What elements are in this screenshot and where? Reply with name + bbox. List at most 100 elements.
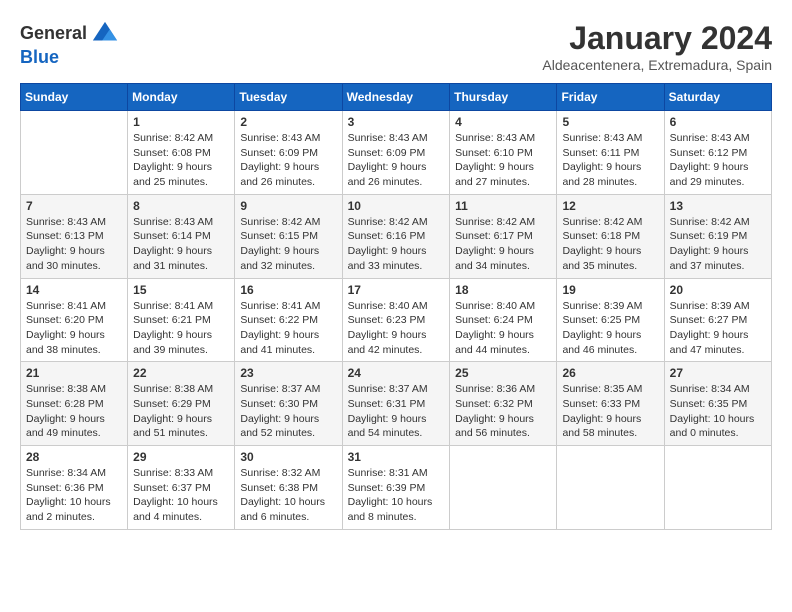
day-info: Sunrise: 8:32 AM Sunset: 6:38 PM Dayligh… [240, 466, 336, 525]
header-monday: Monday [128, 84, 235, 111]
day-number: 15 [133, 283, 229, 297]
day-number: 26 [562, 366, 658, 380]
day-number: 29 [133, 450, 229, 464]
day-info: Sunrise: 8:40 AM Sunset: 6:23 PM Dayligh… [348, 299, 445, 358]
logo-icon [91, 20, 119, 48]
day-info: Sunrise: 8:42 AM Sunset: 6:18 PM Dayligh… [562, 215, 658, 274]
day-number: 24 [348, 366, 445, 380]
header-tuesday: Tuesday [235, 84, 342, 111]
day-info: Sunrise: 8:43 AM Sunset: 6:09 PM Dayligh… [240, 131, 336, 190]
day-info: Sunrise: 8:39 AM Sunset: 6:25 PM Dayligh… [562, 299, 658, 358]
day-info: Sunrise: 8:42 AM Sunset: 6:17 PM Dayligh… [455, 215, 551, 274]
day-number: 13 [670, 199, 766, 213]
day-cell: 18 Sunrise: 8:40 AM Sunset: 6:24 PM Dayli… [450, 278, 557, 362]
day-cell: 25 Sunrise: 8:36 AM Sunset: 6:32 PM Dayli… [450, 362, 557, 446]
day-cell: 12 Sunrise: 8:42 AM Sunset: 6:18 PM Dayli… [557, 194, 664, 278]
day-cell: 28Sunrise: 8:34 AM Sunset: 6:36 PM Dayli… [21, 446, 128, 530]
day-info: Sunrise: 8:41 AM Sunset: 6:20 PM Dayligh… [26, 299, 122, 358]
day-number: 27 [670, 366, 766, 380]
day-cell [557, 446, 664, 530]
day-info: Sunrise: 8:43 AM Sunset: 6:12 PM Dayligh… [670, 131, 766, 190]
day-cell: 27 Sunrise: 8:34 AM Sunset: 6:35 PM Dayli… [664, 362, 771, 446]
day-cell: 2 Sunrise: 8:43 AM Sunset: 6:09 PM Daylig… [235, 111, 342, 195]
day-cell: 16 Sunrise: 8:41 AM Sunset: 6:22 PM Dayli… [235, 278, 342, 362]
day-cell: 14 Sunrise: 8:41 AM Sunset: 6:20 PM Dayli… [21, 278, 128, 362]
day-cell: 10Sunrise: 8:42 AM Sunset: 6:16 PM Dayli… [342, 194, 450, 278]
day-number: 5 [562, 115, 658, 129]
week-row-2: 14 Sunrise: 8:41 AM Sunset: 6:20 PM Dayli… [21, 278, 772, 362]
day-cell: 11Sunrise: 8:42 AM Sunset: 6:17 PM Dayli… [450, 194, 557, 278]
header-sunday: Sunday [21, 84, 128, 111]
week-row-4: 28Sunrise: 8:34 AM Sunset: 6:36 PM Dayli… [21, 446, 772, 530]
day-number: 19 [562, 283, 658, 297]
day-number: 23 [240, 366, 336, 380]
day-info: Sunrise: 8:38 AM Sunset: 6:29 PM Dayligh… [133, 382, 229, 441]
day-cell: 30 Sunrise: 8:32 AM Sunset: 6:38 PM Dayli… [235, 446, 342, 530]
day-cell [664, 446, 771, 530]
day-number: 8 [133, 199, 229, 213]
day-cell: 15 Sunrise: 8:41 AM Sunset: 6:21 PM Dayli… [128, 278, 235, 362]
day-number: 17 [348, 283, 445, 297]
logo-blue-text: Blue [20, 48, 119, 68]
header-thursday: Thursday [450, 84, 557, 111]
day-info: Sunrise: 8:39 AM Sunset: 6:27 PM Dayligh… [670, 299, 766, 358]
day-cell: 20Sunrise: 8:39 AM Sunset: 6:27 PM Dayli… [664, 278, 771, 362]
day-number: 2 [240, 115, 336, 129]
calendar-header-row: SundayMondayTuesdayWednesdayThursdayFrid… [21, 84, 772, 111]
day-number: 10 [348, 199, 445, 213]
day-cell: 5 Sunrise: 8:43 AM Sunset: 6:11 PM Daylig… [557, 111, 664, 195]
day-number: 7 [26, 199, 122, 213]
day-cell: 4Sunrise: 8:43 AM Sunset: 6:10 PM Daylig… [450, 111, 557, 195]
day-cell: 22 Sunrise: 8:38 AM Sunset: 6:29 PM Dayli… [128, 362, 235, 446]
day-number: 18 [455, 283, 551, 297]
day-cell: 26Sunrise: 8:35 AM Sunset: 6:33 PM Dayli… [557, 362, 664, 446]
day-number: 14 [26, 283, 122, 297]
day-info: Sunrise: 8:34 AM Sunset: 6:35 PM Dayligh… [670, 382, 766, 441]
day-cell [450, 446, 557, 530]
day-info: Sunrise: 8:42 AM Sunset: 6:15 PM Dayligh… [240, 215, 336, 274]
day-number: 22 [133, 366, 229, 380]
day-number: 30 [240, 450, 336, 464]
day-cell: 23Sunrise: 8:37 AM Sunset: 6:30 PM Dayli… [235, 362, 342, 446]
day-number: 3 [348, 115, 445, 129]
day-cell [21, 111, 128, 195]
day-info: Sunrise: 8:42 AM Sunset: 6:08 PM Dayligh… [133, 131, 229, 190]
day-info: Sunrise: 8:41 AM Sunset: 6:21 PM Dayligh… [133, 299, 229, 358]
page-header: General Blue January 2024 Aldeacentenera… [20, 20, 772, 73]
header-friday: Friday [557, 84, 664, 111]
day-info: Sunrise: 8:43 AM Sunset: 6:11 PM Dayligh… [562, 131, 658, 190]
day-info: Sunrise: 8:40 AM Sunset: 6:24 PM Dayligh… [455, 299, 551, 358]
day-cell: 19 Sunrise: 8:39 AM Sunset: 6:25 PM Dayli… [557, 278, 664, 362]
day-number: 16 [240, 283, 336, 297]
day-number: 12 [562, 199, 658, 213]
day-info: Sunrise: 8:33 AM Sunset: 6:37 PM Dayligh… [133, 466, 229, 525]
day-info: Sunrise: 8:38 AM Sunset: 6:28 PM Dayligh… [26, 382, 122, 441]
day-info: Sunrise: 8:41 AM Sunset: 6:22 PM Dayligh… [240, 299, 336, 358]
day-number: 25 [455, 366, 551, 380]
day-info: Sunrise: 8:43 AM Sunset: 6:09 PM Dayligh… [348, 131, 445, 190]
week-row-1: 7 Sunrise: 8:43 AM Sunset: 6:13 PM Daylig… [21, 194, 772, 278]
week-row-3: 21Sunrise: 8:38 AM Sunset: 6:28 PM Dayli… [21, 362, 772, 446]
day-info: Sunrise: 8:43 AM Sunset: 6:13 PM Dayligh… [26, 215, 122, 274]
day-cell: 29 Sunrise: 8:33 AM Sunset: 6:37 PM Dayli… [128, 446, 235, 530]
day-cell: 1 Sunrise: 8:42 AM Sunset: 6:08 PM Daylig… [128, 111, 235, 195]
day-info: Sunrise: 8:36 AM Sunset: 6:32 PM Dayligh… [455, 382, 551, 441]
day-number: 31 [348, 450, 445, 464]
day-info: Sunrise: 8:37 AM Sunset: 6:31 PM Dayligh… [348, 382, 445, 441]
header-saturday: Saturday [664, 84, 771, 111]
day-cell: 7 Sunrise: 8:43 AM Sunset: 6:13 PM Daylig… [21, 194, 128, 278]
day-number: 6 [670, 115, 766, 129]
day-info: Sunrise: 8:43 AM Sunset: 6:10 PM Dayligh… [455, 131, 551, 190]
day-info: Sunrise: 8:42 AM Sunset: 6:19 PM Dayligh… [670, 215, 766, 274]
day-cell: 3 Sunrise: 8:43 AM Sunset: 6:09 PM Daylig… [342, 111, 450, 195]
day-cell: 8 Sunrise: 8:43 AM Sunset: 6:14 PM Daylig… [128, 194, 235, 278]
day-cell: 31Sunrise: 8:31 AM Sunset: 6:39 PM Dayli… [342, 446, 450, 530]
day-info: Sunrise: 8:43 AM Sunset: 6:14 PM Dayligh… [133, 215, 229, 274]
day-cell: 17 Sunrise: 8:40 AM Sunset: 6:23 PM Dayli… [342, 278, 450, 362]
day-number: 1 [133, 115, 229, 129]
day-cell: 21Sunrise: 8:38 AM Sunset: 6:28 PM Dayli… [21, 362, 128, 446]
day-cell: 13 Sunrise: 8:42 AM Sunset: 6:19 PM Dayli… [664, 194, 771, 278]
day-number: 9 [240, 199, 336, 213]
logo: General Blue [20, 20, 119, 68]
day-cell: 24 Sunrise: 8:37 AM Sunset: 6:31 PM Dayli… [342, 362, 450, 446]
